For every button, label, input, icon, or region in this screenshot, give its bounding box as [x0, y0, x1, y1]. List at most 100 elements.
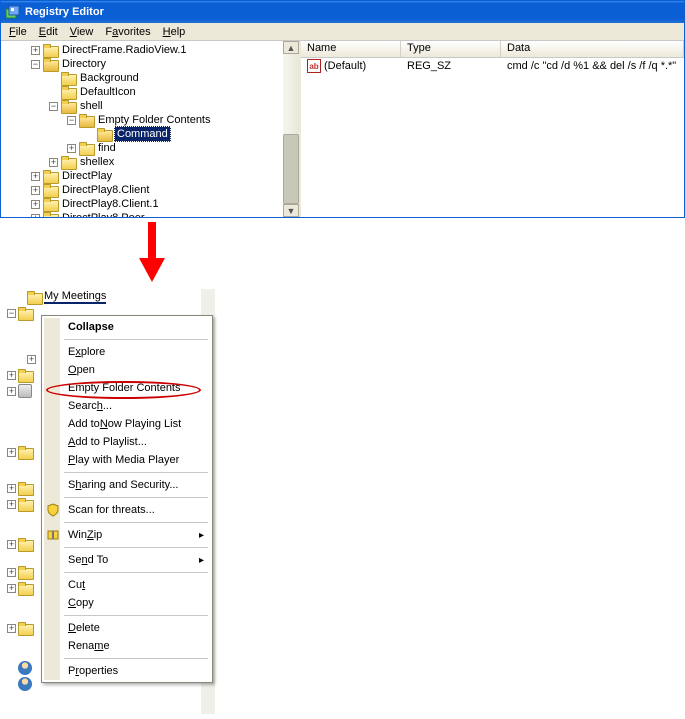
tree-node[interactable]: DirectPlay [60, 169, 114, 183]
menu-view[interactable]: View [64, 25, 100, 39]
ctx-open[interactable]: Open [62, 361, 210, 379]
ctx-winzip[interactable]: WinZip [62, 526, 210, 544]
tree-node[interactable]: Directory [60, 57, 108, 71]
expander-icon[interactable]: + [31, 214, 40, 218]
winzip-icon [46, 528, 60, 542]
folder-icon [18, 307, 32, 319]
folder-my-meetings[interactable]: My Meetings [44, 290, 106, 304]
tree-node[interactable]: shell [78, 99, 105, 113]
menu-bar: File Edit View Favorites Help [1, 23, 684, 41]
folder-icon [18, 498, 32, 510]
regedit-icon [5, 4, 21, 20]
tree-node[interactable]: DirectFrame.RadioView.1 [60, 43, 189, 57]
ctx-sharing-security[interactable]: Sharing and Security... [62, 476, 210, 494]
ctx-copy[interactable]: Copy [62, 594, 210, 612]
tree-node-selected[interactable]: Command [114, 126, 171, 142]
tree-node[interactable]: DirectPlay8.Peer [60, 211, 147, 217]
folder-icon [61, 86, 75, 98]
expander-icon[interactable]: + [67, 144, 76, 153]
expander-icon[interactable]: − [49, 102, 58, 111]
tree-node[interactable]: find [96, 141, 118, 155]
folder-icon [18, 566, 32, 578]
tree-node[interactable]: DirectPlay8.Client [60, 183, 151, 197]
ctx-explore[interactable]: Explore [62, 343, 210, 361]
client-area: + DirectFrame.RadioView.1 − Directory Back… [1, 41, 684, 217]
value-type: REG_SZ [401, 60, 501, 72]
window-title: Registry Editor [25, 6, 104, 18]
expander-icon[interactable]: + [7, 568, 16, 577]
folder-icon [18, 369, 32, 381]
folder-icon [43, 198, 57, 210]
list-body: (Default) REG_SZ cmd /c "cd /d %1 && del… [301, 58, 684, 217]
scroll-down-button[interactable]: ▼ [283, 204, 299, 217]
folder-open-icon [43, 58, 57, 70]
expander-icon[interactable]: + [31, 172, 40, 181]
ctx-empty-folder-contents[interactable]: Empty Folder Contents [62, 379, 210, 397]
expander-icon[interactable]: + [31, 200, 40, 209]
tree-node[interactable]: DirectPlay8.Client.1 [60, 197, 161, 211]
ctx-scan-threats[interactable]: Scan for threats... [62, 501, 210, 519]
folder-icon [18, 582, 32, 594]
folder-icon [18, 446, 32, 458]
tree-scrollbar[interactable]: ▲ ▼ [283, 41, 299, 217]
folder-open-icon [61, 100, 75, 112]
value-name: (Default) [324, 60, 366, 72]
expander-icon[interactable]: + [7, 387, 16, 396]
expander-icon[interactable]: + [7, 584, 16, 593]
ctx-rename[interactable]: Rename [62, 637, 210, 655]
folder-icon [18, 538, 32, 550]
expander-icon[interactable]: + [49, 158, 58, 167]
column-name[interactable]: Name [301, 41, 401, 57]
folder-icon [18, 482, 32, 494]
expander-icon[interactable]: − [67, 116, 76, 125]
registry-tree[interactable]: + DirectFrame.RadioView.1 − Directory Back… [1, 41, 299, 217]
expander-icon[interactable]: + [7, 500, 16, 509]
expander-icon[interactable]: + [7, 624, 16, 633]
folder-open-icon [79, 114, 93, 126]
list-row[interactable]: (Default) REG_SZ cmd /c "cd /d %1 && del… [301, 58, 684, 74]
expander-icon[interactable]: − [7, 309, 16, 318]
tree-node[interactable]: DefaultIcon [78, 85, 138, 99]
disk-icon [18, 384, 32, 398]
ctx-cut[interactable]: Cut [62, 576, 210, 594]
title-bar[interactable]: Registry Editor [1, 1, 684, 23]
folder-icon [79, 142, 93, 154]
scroll-up-button[interactable]: ▲ [283, 41, 299, 54]
ctx-now-playing[interactable]: Add to Now Playing List [62, 415, 210, 433]
arrow-down-icon [137, 222, 167, 282]
expander-icon[interactable]: − [31, 60, 40, 69]
expander-icon[interactable]: + [7, 371, 16, 380]
user-icon [18, 677, 32, 691]
tree-node[interactable]: Empty Folder Contents [96, 113, 213, 127]
list-header: Name Type Data [301, 41, 684, 58]
shield-icon [46, 503, 60, 517]
expander-icon[interactable]: + [7, 448, 16, 457]
ctx-add-playlist[interactable]: Add to Playlist... [62, 433, 210, 451]
folder-icon [43, 212, 57, 217]
tree-pane: + DirectFrame.RadioView.1 − Directory Back… [1, 41, 301, 217]
menu-favorites[interactable]: Favorites [99, 25, 156, 39]
folder-icon [18, 622, 32, 634]
ctx-send-to[interactable]: Send To [62, 551, 210, 569]
menu-help[interactable]: Help [157, 25, 192, 39]
expander-icon[interactable]: + [7, 540, 16, 549]
expander-icon[interactable]: + [27, 355, 36, 364]
ctx-search[interactable]: Search... [62, 397, 210, 415]
expander-icon[interactable]: + [7, 484, 16, 493]
ctx-play-wmp[interactable]: Play with Media Player [62, 451, 210, 469]
menu-file[interactable]: File [3, 25, 33, 39]
menu-edit[interactable]: Edit [33, 25, 64, 39]
column-type[interactable]: Type [401, 41, 501, 57]
ctx-collapse[interactable]: Collapse [62, 318, 210, 336]
scroll-thumb[interactable] [283, 134, 299, 204]
folder-icon [43, 44, 57, 56]
ctx-properties[interactable]: Properties [62, 662, 210, 680]
tree-node[interactable]: Background [78, 71, 141, 85]
list-pane: Name Type Data (Default) REG_SZ cmd /c "… [301, 41, 684, 217]
expander-icon[interactable]: + [31, 186, 40, 195]
ctx-delete[interactable]: Delete [62, 619, 210, 637]
tree-node[interactable]: shellex [78, 155, 116, 169]
expander-icon[interactable]: + [31, 46, 40, 55]
folder-icon [61, 72, 75, 84]
column-data[interactable]: Data [501, 41, 684, 57]
